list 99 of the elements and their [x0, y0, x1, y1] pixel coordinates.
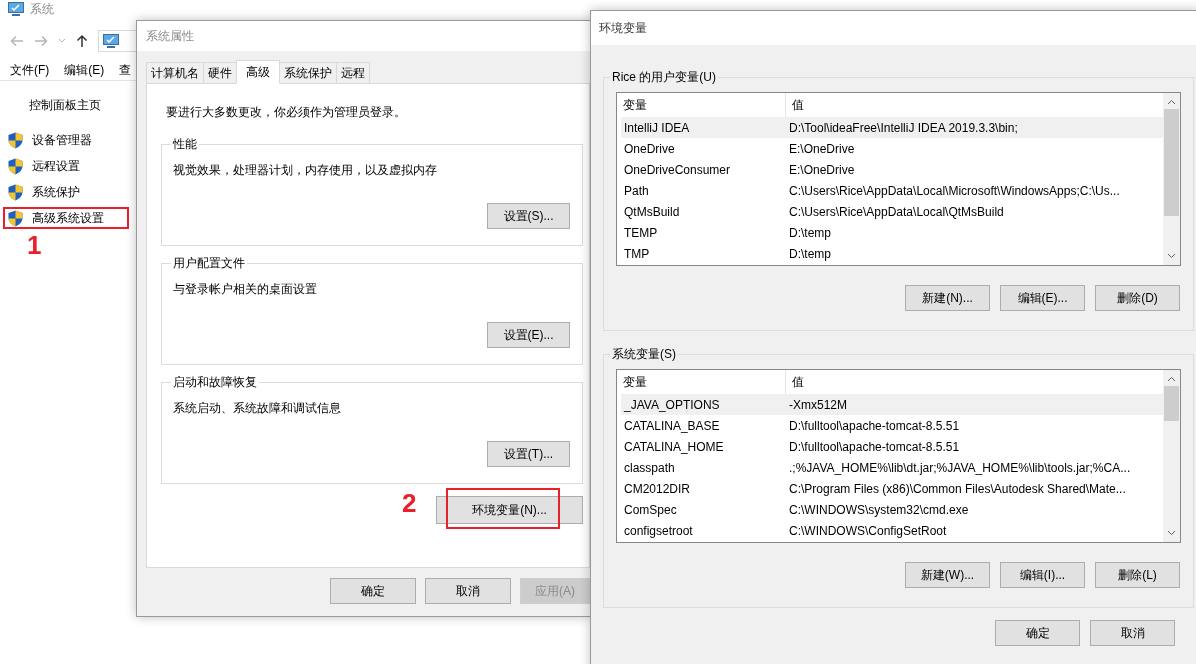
variable-name: IntelliJ IDEA — [623, 119, 691, 137]
annotation-number: 2 — [402, 490, 417, 516]
list-row[interactable]: OneDrive E:\OneDrive — [621, 138, 1163, 159]
group-title: Rice 的用户变量(U) — [611, 69, 717, 86]
dialog-button[interactable]: 编辑(E)... — [1000, 285, 1085, 311]
variable-name: ComSpec — [623, 501, 678, 519]
scrollbar[interactable] — [1163, 370, 1180, 542]
list-row[interactable]: configsetroot C:\WINDOWS\ConfigSetRoot — [621, 520, 1163, 541]
variable-name: CM2012DIR — [623, 480, 692, 498]
variable-name: CATALINA_BASE — [623, 417, 721, 435]
sidebar-link[interactable]: 远程设置 — [3, 155, 129, 177]
menu-item[interactable]: 文件(F) — [10, 61, 50, 79]
variable-value: C:\Users\Rice\AppData\Local\QtMsBuild — [788, 203, 1004, 221]
scrollbar[interactable] — [1163, 93, 1180, 265]
scrollbar-thumb[interactable] — [1164, 109, 1179, 216]
variable-name: TMP — [623, 245, 651, 263]
menu-item[interactable]: 查 — [119, 61, 132, 79]
environment-variables-button[interactable]: 环境变量(N)... — [436, 496, 583, 524]
window-title: 环境变量 — [599, 20, 647, 37]
shield-icon — [8, 157, 23, 175]
dialog-button[interactable]: 确定 — [330, 578, 416, 604]
forward-arrow-icon[interactable] — [34, 35, 48, 47]
group-title: 性能 — [172, 136, 198, 153]
list-row[interactable]: OneDriveConsumer E:\OneDrive — [621, 159, 1163, 180]
dialog-button[interactable]: 删除(D) — [1095, 285, 1180, 311]
variable-value: E:\OneDrive — [788, 161, 855, 179]
variable-value: C:\WINDOWS\ConfigSetRoot — [788, 522, 947, 540]
list-row[interactable]: CATALINA_HOME D:\fulltool\apache-tomcat-8.5.51 — [621, 436, 1163, 457]
dialog-button[interactable]: 取消 — [425, 578, 511, 604]
sidebar-link[interactable]: 设备管理器 — [3, 129, 129, 151]
variable-name: TEMP — [623, 224, 659, 242]
list-row[interactable]: CATALINA_BASE D:\fulltool\apache-tomcat-8.5.51 — [621, 415, 1163, 436]
group-title: 用户配置文件 — [172, 255, 246, 272]
variable-value: D:\Tool\ideaFree\IntelliJ IDEA 2019.3.3\bin; — [788, 119, 1018, 137]
list-row[interactable]: ComSpec C:\WINDOWS\system32\cmd.exe — [621, 499, 1163, 520]
scroll-up-icon[interactable] — [1167, 99, 1176, 105]
variable-value: E:\OneDrive — [788, 140, 855, 158]
variable-value: D:\temp — [788, 224, 831, 242]
variable-value: D:\fulltool\apache-tomcat-8.5.51 — [788, 417, 960, 435]
shield-icon — [8, 131, 23, 149]
tab[interactable]: 计算机名 — [146, 62, 204, 84]
shield-icon — [8, 183, 23, 201]
list-row[interactable]: QtMsBuild C:\Users\Rice\AppData\Local\QtMsBuild — [621, 201, 1163, 222]
scrollbar-thumb[interactable] — [1164, 386, 1179, 421]
annotation-number: 1 — [27, 232, 42, 258]
variable-value: -Xmx512M — [788, 396, 847, 414]
variable-name: QtMsBuild — [623, 203, 681, 221]
list-row[interactable]: classpath .;%JAVA_HOME%\lib\dt.jar;%JAVA_HOME%\lib\tools.jar;%CA... — [621, 457, 1163, 478]
variable-name: classpath — [623, 459, 676, 477]
tab[interactable]: 高级 — [236, 60, 280, 84]
variable-value: C:\Program Files (x86)\Common Files\Autodesk Shared\Mate... — [788, 480, 1126, 498]
back-arrow-icon[interactable] — [10, 35, 24, 47]
shield-icon — [8, 209, 23, 227]
variable-name: OneDriveConsumer — [623, 161, 732, 179]
variable-value: D:\fulltool\apache-tomcat-8.5.51 — [788, 438, 960, 456]
column-header[interactable]: 值 — [786, 93, 1163, 117]
scroll-down-icon[interactable] — [1167, 253, 1176, 259]
scroll-up-icon[interactable] — [1167, 376, 1176, 382]
list-row[interactable]: TEMP D:\temp — [621, 222, 1163, 243]
list-row[interactable]: TMP D:\temp — [621, 243, 1163, 264]
window-title: 系统属性 — [146, 28, 194, 45]
list-row[interactable]: CM2012DIR C:\Program Files (x86)\Common Files\Autodesk Shared\Mate... — [621, 478, 1163, 499]
group-title: 系统变量(S) — [611, 346, 677, 363]
sidebar-link[interactable]: 高级系统设置 — [3, 207, 129, 229]
list-row[interactable]: IntelliJ IDEA D:\Tool\ideaFree\IntelliJ IDEA 2019.3.3\bin; — [621, 117, 1163, 138]
variable-name: OneDrive — [623, 140, 676, 158]
variable-value: .;%JAVA_HOME%\lib\dt.jar;%JAVA_HOME%\lib\tools.jar;%CA... — [788, 459, 1131, 477]
variable-name: configsetroot — [623, 522, 694, 540]
dialog-button[interactable]: 新建(N)... — [905, 285, 990, 311]
group-title: 启动和故障恢复 — [172, 374, 258, 391]
variable-value: D:\temp — [788, 245, 831, 263]
group-description: 视觉效果，处理器计划，内存使用，以及虚拟内存 — [172, 162, 438, 179]
dialog-button[interactable]: 确定 — [995, 620, 1080, 646]
dialog-button[interactable]: 设置(S)... — [487, 203, 570, 229]
sidebar-link[interactable]: 系统保护 — [3, 181, 129, 203]
scroll-down-icon[interactable] — [1167, 530, 1176, 536]
list-row[interactable]: Path C:\Users\Rice\AppData\Local\Microsoft\WindowsApps;C:\Us... — [621, 180, 1163, 201]
dialog-button[interactable]: 设置(E)... — [487, 322, 570, 348]
group-description: 系统启动、系统故障和调试信息 — [172, 400, 342, 417]
variable-value: C:\WINDOWS\system32\cmd.exe — [788, 501, 969, 519]
dialog-button[interactable]: 取消 — [1090, 620, 1175, 646]
up-arrow-icon[interactable] — [76, 34, 88, 48]
menu-item[interactable]: 编辑(E) — [64, 61, 105, 79]
tab[interactable]: 远程 — [336, 62, 370, 84]
window-title: 系统 — [30, 1, 54, 18]
variable-name: Path — [623, 182, 650, 200]
notice-text: 要进行大多数更改，你必须作为管理员登录。 — [165, 104, 407, 121]
column-header[interactable]: 值 — [786, 370, 1163, 394]
dropdown-caret-icon[interactable] — [58, 38, 66, 44]
monitor-icon — [103, 34, 119, 48]
dialog-button[interactable]: 编辑(I)... — [1000, 562, 1085, 588]
dialog-button[interactable]: 删除(L) — [1095, 562, 1180, 588]
variable-value: C:\Users\Rice\AppData\Local\Microsoft\WindowsApps;C:\Us... — [788, 182, 1120, 200]
dialog-button[interactable]: 设置(T)... — [487, 441, 570, 467]
group-description: 与登录帐户相关的桌面设置 — [172, 281, 318, 298]
list-row[interactable]: _JAVA_OPTIONS -Xmx512M — [621, 394, 1163, 415]
dialog-button[interactable]: 新建(W)... — [905, 562, 990, 588]
variable-name: CATALINA_HOME — [623, 438, 725, 456]
variable-name: _JAVA_OPTIONS — [623, 396, 721, 414]
